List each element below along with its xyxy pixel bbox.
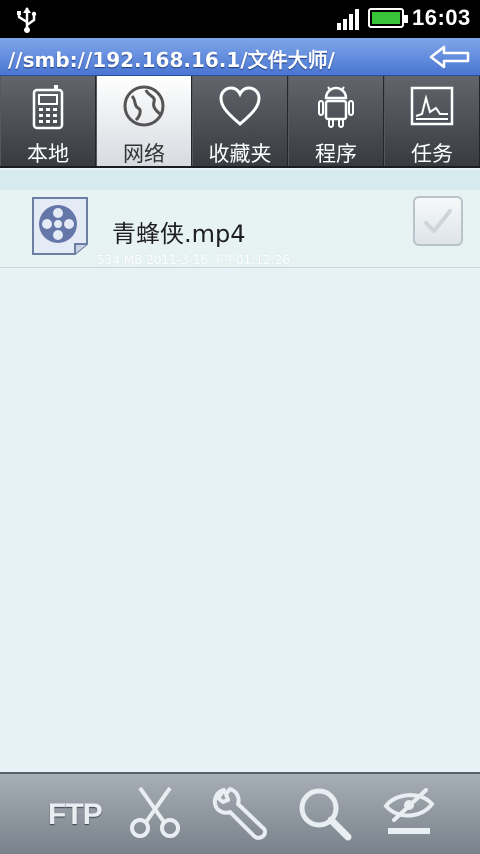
tab-favorites-label: 收藏夹 xyxy=(208,142,272,166)
heart-icon xyxy=(219,86,261,126)
list-header-strip xyxy=(0,170,480,190)
status-bar: 16:03 xyxy=(0,0,480,38)
chart-icon xyxy=(410,86,454,126)
ftp-label: FTP xyxy=(48,798,103,831)
android-icon xyxy=(318,86,354,128)
search-icon[interactable] xyxy=(294,784,354,844)
tab-programs[interactable]: 程序 xyxy=(288,76,384,166)
current-path: //smb://192.168.16.1/文件大师/ xyxy=(8,48,335,72)
scissors-icon[interactable] xyxy=(126,784,186,844)
file-meta: 534 MB 2011-3-16 下午01:12:26 xyxy=(97,253,290,267)
back-arrow-icon[interactable] xyxy=(428,44,472,70)
wrench-icon[interactable] xyxy=(210,784,270,844)
list-item[interactable]: 青蜂侠.mp4 534 MB 2011-3-16 下午01:12:26 xyxy=(0,190,480,268)
tab-network-label: 网络 xyxy=(123,142,165,166)
file-checkbox[interactable] xyxy=(413,196,463,246)
usb-icon xyxy=(17,7,37,33)
bottom-toolbar: FTP xyxy=(0,772,480,854)
path-bar: //smb://192.168.16.1/文件大师/ xyxy=(0,38,480,76)
globe-icon xyxy=(123,85,165,127)
tab-tasks[interactable]: 任务 xyxy=(384,76,480,166)
ftp-button[interactable]: FTP xyxy=(44,784,104,844)
hide-icon[interactable] xyxy=(380,784,440,844)
tab-local[interactable]: 本地 xyxy=(0,76,96,166)
check-icon xyxy=(424,209,452,233)
clock: 16:03 xyxy=(412,5,471,30)
tab-tasks-label: 任务 xyxy=(411,142,453,166)
signal-icon xyxy=(337,9,359,30)
tab-network[interactable]: 网络 xyxy=(96,76,192,166)
tab-favorites[interactable]: 收藏夹 xyxy=(192,76,288,166)
tab-local-label: 本地 xyxy=(27,142,69,166)
file-name: 青蜂侠.mp4 xyxy=(112,220,246,248)
battery-level xyxy=(372,12,400,24)
file-list-empty-area xyxy=(0,269,480,772)
video-file-icon xyxy=(32,197,88,255)
battery-icon xyxy=(368,8,408,28)
tab-programs-label: 程序 xyxy=(315,142,357,166)
phone-icon xyxy=(32,85,64,130)
tab-bar: 本地 网络 收藏夹 程序 任务 xyxy=(0,76,480,168)
